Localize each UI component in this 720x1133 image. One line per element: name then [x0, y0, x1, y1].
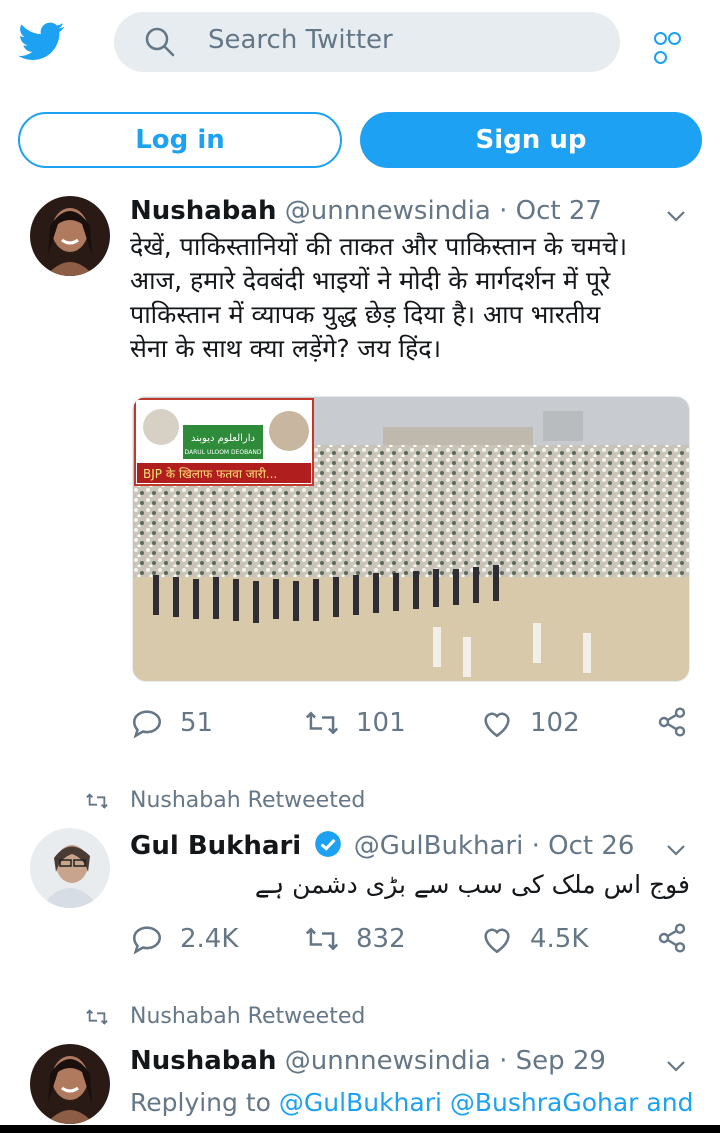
retweet-icon: [86, 1009, 108, 1025]
reply-icon: [132, 926, 162, 955]
replying-to-link[interactable]: @GulBukhari @BushraGohar and: [279, 1088, 694, 1117]
tweet[interactable]: Nushabah @unnnewsindia · Oct 27 देखें, प…: [0, 190, 720, 765]
avatar[interactable]: [30, 1044, 110, 1124]
bottom-edge: [0, 1125, 720, 1133]
display-name[interactable]: Nushabah: [130, 196, 276, 226]
replying-prefix: Replying to: [130, 1088, 271, 1117]
reply-button[interactable]: 51: [130, 706, 213, 740]
chevron-down-icon[interactable]: [664, 838, 688, 862]
chevron-down-icon[interactable]: [664, 204, 688, 228]
heart-icon: [484, 928, 510, 954]
retweet-icon: [305, 927, 339, 951]
retweet-button[interactable]: 101: [304, 706, 406, 740]
chevron-down-icon[interactable]: [664, 1054, 688, 1078]
display-name[interactable]: Gul Bukhari: [130, 831, 301, 861]
like-count: 102: [530, 708, 580, 738]
tweet-text-line: आज, हमारे देवबंदी भाइयों ने मोदी के मार्…: [130, 266, 611, 295]
retweet-count: 101: [356, 708, 406, 738]
like-button[interactable]: 102: [480, 706, 580, 740]
tweet-text-line: सेना के साथ क्या लड़ेंगे? जय हिंद।: [130, 334, 442, 363]
tweet-image[interactable]: دارالعلوم دیوبند DARUL ULOOM DEOBAND BJP…: [132, 396, 690, 682]
share-button[interactable]: [656, 706, 704, 738]
retweet-count: 832: [356, 924, 406, 954]
like-count: 4.5K: [530, 924, 589, 954]
retweet-icon: [86, 793, 108, 809]
retweet-icon: [305, 711, 339, 735]
search-icon: [145, 27, 175, 57]
tweet-text: देखें, पाकिस्तानियों की ताकत और पाकिस्ता…: [130, 230, 690, 366]
tweet-actions: 51 101 102: [130, 706, 690, 746]
share-icon: [658, 707, 686, 737]
reply-button[interactable]: 2.4K: [130, 922, 238, 956]
heart-icon: [484, 712, 510, 738]
search-input[interactable]: Search Twitter: [114, 12, 620, 72]
reply-count: 2.4K: [180, 924, 239, 954]
login-button[interactable]: Log in: [18, 112, 342, 168]
reply-icon: [132, 710, 162, 739]
user-handle[interactable]: @unnnewsindia: [285, 1046, 491, 1076]
retweet-button[interactable]: 832: [304, 922, 406, 956]
avatar[interactable]: [30, 828, 110, 908]
avatar[interactable]: [30, 196, 110, 276]
verified-badge-icon: [314, 831, 341, 857]
tweet-text-line: पाकिस्तान में व्यापक युद्ध छेड़ दिया है।…: [130, 300, 601, 329]
signup-button[interactable]: Sign up: [360, 112, 702, 168]
display-name[interactable]: Nushabah: [130, 1046, 276, 1076]
tweet-date[interactable]: · Oct 26: [532, 831, 635, 861]
tweet-date[interactable]: · Sep 29: [499, 1046, 606, 1076]
user-handle[interactable]: @unnnewsindia: [285, 196, 491, 226]
inset-banner-text: دارالعلوم دیوبند: [191, 433, 255, 444]
tweet-header: Gul Bukhari @GulBukhari · Oct 26: [130, 830, 634, 861]
tweet[interactable]: Nushabah Retweeted Gul Bukhari @GulBukha…: [0, 764, 720, 981]
tweet[interactable]: Nushabah Retweeted Nushabah @unnnewsindi…: [0, 980, 720, 1125]
retweeted-by-label[interactable]: Nushabah Retweeted: [130, 1004, 365, 1029]
inset-caption-text: BJP के खिलाफ फतवा जारी...: [143, 467, 277, 481]
share-button[interactable]: [656, 922, 704, 954]
top-bar: Search Twitter Log in Sign up: [0, 0, 720, 191]
like-button[interactable]: 4.5K: [480, 922, 588, 956]
replying-to: Replying to @GulBukhari @BushraGohar and: [130, 1088, 693, 1117]
tweet-text-line: देखें, पाकिस्तानियों की ताकत और पाकिस्ता…: [130, 232, 628, 261]
inset-sub-text: DARUL ULOOM DEOBAND: [185, 449, 262, 456]
tweet-header: Nushabah @unnnewsindia · Oct 27: [130, 196, 602, 226]
tweet-actions: 2.4K 832 4.5K: [130, 922, 690, 962]
tweet-date[interactable]: · Oct 27: [499, 196, 602, 226]
more-options-icon[interactable]: [654, 30, 694, 64]
tweet-text: فوج اس ملک کی سب سے بڑی دشمن ہے: [254, 870, 690, 899]
tweet-header: Nushabah @unnnewsindia · Sep 29: [130, 1046, 606, 1076]
retweeted-by-label[interactable]: Nushabah Retweeted: [130, 788, 365, 813]
search-placeholder: Search Twitter: [208, 25, 393, 55]
share-icon: [658, 923, 686, 953]
reply-count: 51: [180, 708, 214, 738]
user-handle[interactable]: @GulBukhari: [354, 831, 524, 861]
twitter-logo-icon[interactable]: [16, 18, 68, 64]
